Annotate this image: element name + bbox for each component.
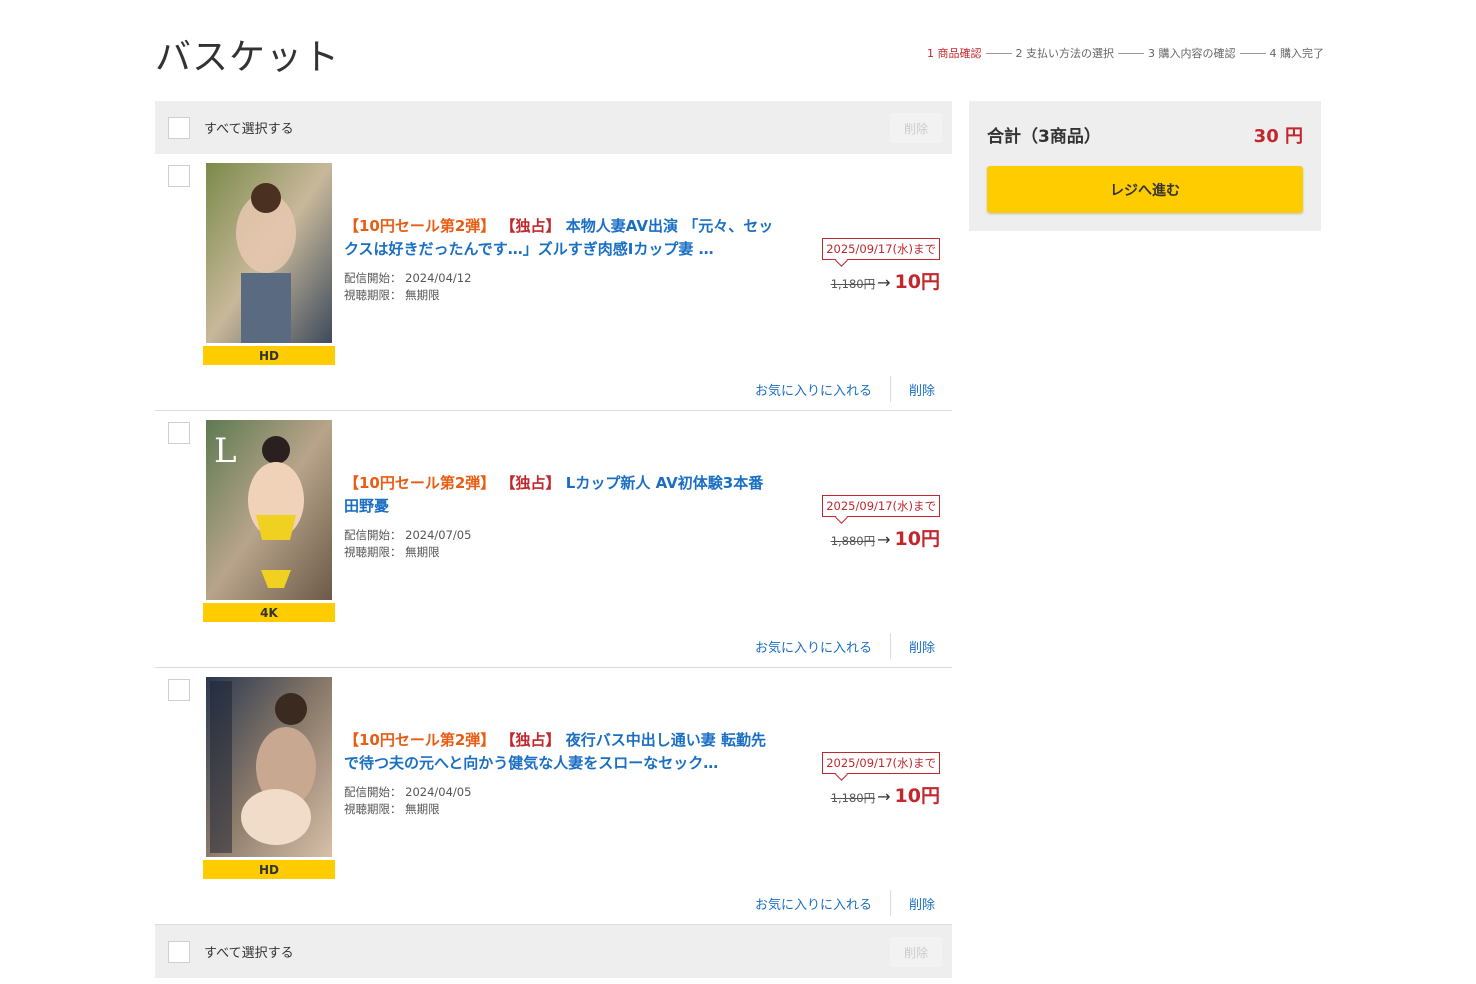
sale-deadline-badge: 2025/09/17(水)まで	[822, 495, 940, 517]
add-to-favorites-link[interactable]: お気に入りに入れる	[755, 637, 872, 656]
item-meta: 配信開始： 2024/04/05 視聴期限： 無期限	[344, 784, 471, 818]
viewing-period: 無期限	[405, 802, 440, 816]
exclusive-tag: 【独占】	[500, 731, 561, 749]
release-date: 2024/04/05	[405, 785, 472, 799]
delete-selected-button[interactable]: 削除	[890, 937, 942, 967]
select-all-checkbox[interactable]	[168, 116, 190, 139]
select-all-checkbox[interactable]	[168, 940, 190, 963]
release-date: 2024/04/12	[405, 271, 472, 285]
sale-price: 10円	[894, 271, 940, 293]
item-cover-image[interactable]: L	[206, 420, 332, 600]
delete-item-link[interactable]: 削除	[909, 380, 935, 399]
sale-tag: 【10円セール第2弾】	[344, 474, 496, 492]
select-all-label[interactable]: すべて選択する	[204, 118, 294, 137]
item-actions: お気に入りに入れる 削除	[755, 633, 935, 659]
original-price: 1,180円	[830, 277, 876, 291]
quality-badge: 4K	[203, 603, 335, 622]
item-title[interactable]: 【10円セール第2弾】 【独占】 本物人妻AV出演 「元々、セックスは好きだった…	[344, 215, 774, 261]
basket-item: HD 【10円セール第2弾】 【独占】 本物人妻AV出演 「元々、セックスは好き…	[155, 154, 952, 411]
item-actions: お気に入りに入れる 削除	[755, 890, 935, 916]
step-separator	[1118, 52, 1144, 54]
release-label: 配信開始：	[344, 785, 402, 799]
sale-deadline-badge: 2025/09/17(水)まで	[822, 752, 940, 774]
release-label: 配信開始：	[344, 528, 402, 542]
period-label: 視聴期限：	[344, 802, 402, 816]
arrow-right-icon: →	[877, 530, 891, 549]
basket-item: L 4K 【10円セール第2弾】 【独占】 Lカップ新人 AV初体験3本番 田野…	[155, 411, 952, 668]
delete-selected-button[interactable]: 削除	[890, 113, 942, 143]
item-checkbox[interactable]	[168, 165, 190, 187]
item-cover-image[interactable]	[206, 163, 332, 343]
quality-badge: HD	[203, 860, 335, 879]
original-price: 1,180円	[830, 791, 876, 805]
add-to-favorites-link[interactable]: お気に入りに入れる	[755, 380, 872, 399]
select-all-bar-bottom: すべて選択する 削除	[155, 925, 952, 978]
release-label: 配信開始：	[344, 271, 402, 285]
step-3: 3 購入内容の確認	[1148, 47, 1236, 60]
exclusive-tag: 【独占】	[500, 474, 561, 492]
viewing-period: 無期限	[405, 545, 440, 559]
checkout-button[interactable]: レジへ進む	[987, 166, 1303, 213]
step-4: 4 購入完了	[1269, 47, 1325, 60]
select-all-label[interactable]: すべて選択する	[204, 942, 294, 961]
divider	[889, 633, 891, 659]
item-price: 1,180円 → 10円	[831, 267, 940, 294]
item-meta: 配信開始： 2024/04/12 視聴期限： 無期限	[344, 270, 471, 304]
item-cover-image[interactable]	[206, 677, 332, 857]
period-label: 視聴期限：	[344, 545, 402, 559]
exclusive-tag: 【独占】	[500, 217, 561, 235]
arrow-right-icon: →	[877, 273, 891, 292]
sale-tag: 【10円セール第2弾】	[344, 731, 496, 749]
item-checkbox[interactable]	[168, 679, 190, 701]
viewing-period: 無期限	[405, 288, 440, 302]
basket-item: HD 【10円セール第2弾】 【独占】 夜行バス中出し通い妻 転勤先で待つ夫の元…	[155, 668, 952, 925]
item-meta: 配信開始： 2024/07/05 視聴期限： 無期限	[344, 527, 471, 561]
sale-price: 10円	[894, 528, 940, 550]
svg-text:L: L	[214, 431, 237, 471]
order-summary: 合計（3商品） 30 円 レジへ進む	[969, 101, 1321, 231]
delete-item-link[interactable]: 削除	[909, 894, 935, 913]
release-date: 2024/07/05	[405, 528, 472, 542]
arrow-right-icon: →	[877, 787, 891, 806]
quality-badge: HD	[203, 346, 335, 365]
period-label: 視聴期限：	[344, 288, 402, 302]
total-value: 30 円	[1253, 126, 1303, 147]
item-price: 1,180円 → 10円	[831, 781, 940, 808]
total-label: 合計（3商品）	[987, 127, 1101, 147]
page-title: バスケット	[155, 37, 341, 78]
step-separator	[1239, 52, 1266, 54]
sale-price: 10円	[894, 785, 940, 807]
step-1: 1 商品確認	[927, 47, 982, 60]
original-price: 1,880円	[830, 534, 876, 548]
item-title[interactable]: 【10円セール第2弾】 【独占】 夜行バス中出し通い妻 転勤先で待つ夫の元へと向…	[344, 729, 774, 775]
item-actions: お気に入りに入れる 削除	[755, 376, 935, 402]
checkout-steps: 1 商品確認 2 支払い方法の選択 3 購入内容の確認 4 購入完了	[927, 45, 1324, 61]
select-all-bar-top: すべて選択する 削除	[155, 101, 952, 154]
delete-item-link[interactable]: 削除	[909, 637, 935, 656]
add-to-favorites-link[interactable]: お気に入りに入れる	[755, 894, 872, 913]
item-checkbox[interactable]	[168, 422, 190, 444]
divider	[889, 376, 891, 402]
sale-deadline-badge: 2025/09/17(水)まで	[822, 238, 940, 260]
divider	[889, 890, 891, 916]
item-price: 1,880円 → 10円	[831, 524, 940, 551]
item-title[interactable]: 【10円セール第2弾】 【独占】 Lカップ新人 AV初体験3本番 田野憂	[344, 472, 774, 518]
step-2: 2 支払い方法の選択	[1015, 47, 1115, 60]
step-separator	[985, 52, 1012, 54]
sale-tag: 【10円セール第2弾】	[344, 217, 496, 235]
